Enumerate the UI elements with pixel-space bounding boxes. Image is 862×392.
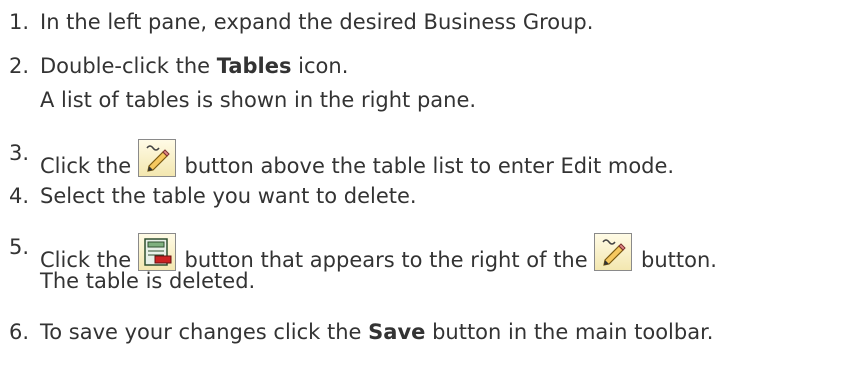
step-number: 3.	[9, 141, 30, 165]
tables-label: Tables	[216, 54, 292, 78]
step-text: To save your changes click the Save butt…	[40, 318, 713, 346]
step-text-pre: Double-click the	[40, 54, 217, 78]
step-text: Select the table you want to delete.	[40, 184, 417, 208]
step-number: 5.	[9, 235, 30, 259]
step-result-text: The table is deleted.	[40, 269, 256, 293]
delete-table-icon	[137, 233, 176, 271]
step-text-post: icon.	[291, 54, 349, 78]
edit-pencil-icon	[594, 233, 633, 271]
save-label: Save	[368, 320, 426, 344]
edit-pencil-icon	[137, 139, 176, 177]
step-number: 2.	[9, 54, 30, 78]
step-number: 6.	[9, 320, 30, 344]
step-text: Double-click the Tables icon.	[40, 52, 348, 80]
step-text-post: button above the table list to enter Edi…	[177, 154, 675, 178]
step-result-text: A list of tables is shown in the right p…	[40, 88, 477, 112]
step-text-post: button.	[634, 248, 717, 272]
step-text-pre: Click the	[40, 154, 138, 178]
step-text-post: button in the main toolbar.	[425, 320, 714, 344]
step-text-pre: To save your changes click the	[40, 320, 369, 344]
step-text: Click the button above the table list to…	[40, 139, 674, 180]
step-number: 4.	[9, 184, 30, 208]
step-text: In the left pane, expand the desired Bus…	[40, 10, 594, 34]
step-number: 1.	[9, 10, 30, 34]
instruction-steps: 1. In the left pane, expand the desired …	[0, 0, 862, 392]
